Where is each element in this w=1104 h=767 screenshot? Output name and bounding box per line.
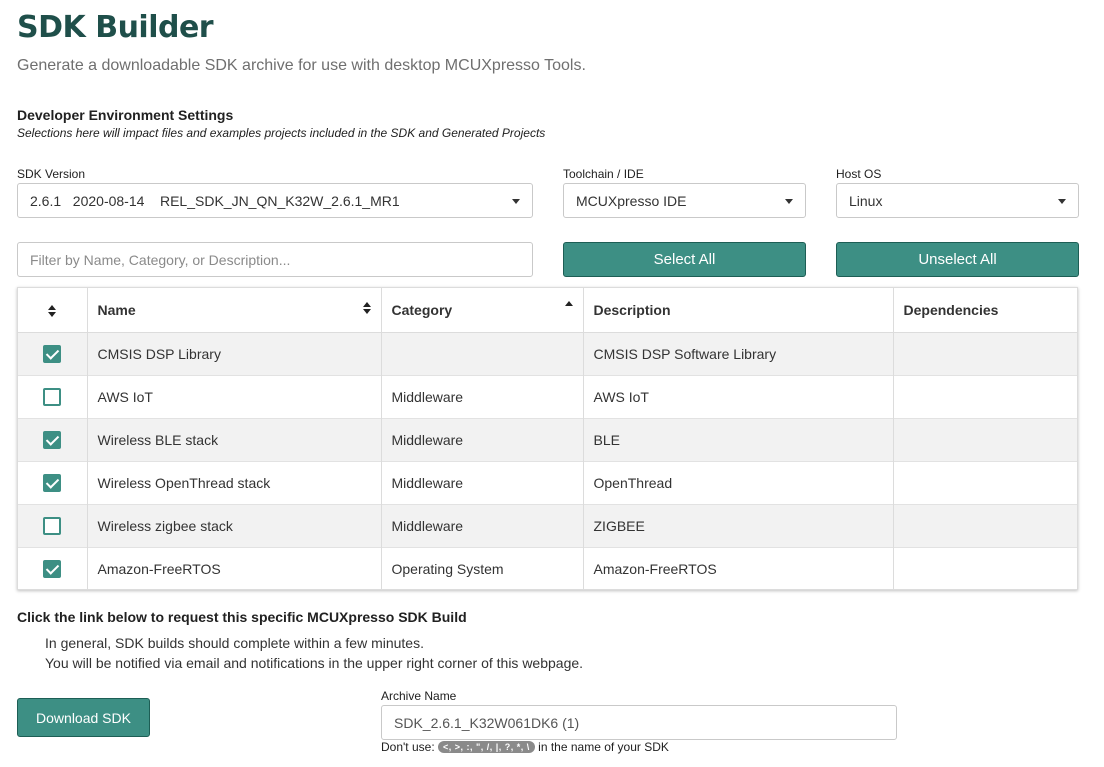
cell-category: Operating System [381, 547, 584, 590]
table-row[interactable]: Wireless zigbee stack Middleware ZIGBEE [18, 504, 1077, 547]
cell-name: Wireless BLE stack [87, 418, 382, 461]
select-all-button[interactable]: Select All [563, 242, 806, 277]
cell-description: CMSIS DSP Software Library [583, 332, 894, 375]
sdk-version-label: SDK Version [17, 167, 86, 181]
dev-env-title: Developer Environment Settings [17, 107, 234, 123]
cell-category [381, 332, 584, 375]
checkbox-cell [18, 418, 88, 461]
cell-description: BLE [583, 418, 894, 461]
hint-suffix: in the name of your SDK [538, 740, 669, 754]
request-title: Click the link below to request this spe… [17, 609, 467, 625]
row-checkbox[interactable] [43, 344, 62, 363]
request-info-line: You will be notified via email and notif… [45, 655, 584, 671]
cell-name: Wireless zigbee stack [87, 504, 382, 547]
description-column-header: Description [583, 288, 894, 333]
archive-name-hint: Don't use: <, >, :, ", /, |, ?, *, \ in … [381, 740, 669, 754]
cell-name: Amazon-FreeRTOS [87, 547, 382, 590]
cell-description: Amazon-FreeRTOS [583, 547, 894, 590]
dependencies-header-label: Dependencies [903, 301, 999, 318]
page-subtitle: Generate a downloadable SDK archive for … [17, 57, 586, 74]
sort-icon[interactable] [362, 302, 371, 314]
hint-prefix: Don't use: [381, 740, 435, 754]
archive-name-input[interactable] [381, 705, 897, 740]
chevron-down-icon [512, 199, 520, 204]
toolchain-select[interactable]: MCUXpresso IDE [563, 183, 806, 218]
cell-dependencies [893, 418, 1077, 461]
table-row[interactable]: Wireless OpenThread stack Middleware OpenT… [18, 461, 1077, 504]
cell-name: Wireless OpenThread stack [87, 461, 382, 504]
table-row[interactable]: Wireless BLE stack Middleware BLE [18, 418, 1077, 461]
unselect-all-button[interactable]: Unselect All [836, 242, 1079, 277]
page-title: SDK Builder [17, 10, 214, 45]
cell-category: Middleware [381, 418, 584, 461]
sort-icon[interactable] [48, 305, 57, 318]
request-info-line: In general, SDK builds should complete w… [45, 635, 424, 651]
row-checkbox[interactable] [43, 473, 62, 492]
category-column-header[interactable]: Category [381, 288, 584, 333]
archive-name-label: Archive Name [381, 689, 457, 703]
checkbox-cell [18, 504, 88, 547]
name-header-label: Name [97, 301, 136, 318]
row-checkbox[interactable] [43, 387, 62, 406]
table-row[interactable]: Amazon-FreeRTOS Operating System Amazon-Fr… [18, 547, 1077, 590]
name-column-header[interactable]: Name [87, 288, 382, 333]
cell-dependencies [893, 332, 1077, 375]
cell-dependencies [893, 547, 1077, 590]
select-column-header[interactable] [18, 288, 88, 333]
dev-env-note: Selections here will impact files and ex… [17, 126, 546, 140]
forbidden-chars-badge: <, >, :, ", /, |, ?, *, \ [438, 741, 535, 753]
checkbox-cell [18, 375, 88, 418]
table-row[interactable]: CMSIS DSP Library CMSIS DSP Software Libr… [18, 332, 1077, 375]
table-header-row: Name Category Description Dependencies [18, 288, 1077, 333]
row-checkbox[interactable] [43, 516, 62, 535]
cell-category: Middleware [381, 461, 584, 504]
toolchain-label: Toolchain / IDE [563, 167, 644, 181]
components-table: Name Category Description Dependencies C… [17, 287, 1078, 590]
host-os-label: Host OS [836, 167, 882, 181]
cell-category: Middleware [381, 375, 584, 418]
cell-description: OpenThread [583, 461, 894, 504]
chevron-down-icon [1058, 199, 1066, 204]
toolchain-value: MCUXpresso IDE [576, 192, 687, 209]
checkbox-cell [18, 547, 88, 590]
sdk-version-value: 2.6.1 2020-08-14 REL_SDK_JN_QN_K32W_2.6.… [30, 192, 400, 209]
table-row[interactable]: AWS IoT Middleware AWS IoT [18, 375, 1077, 418]
host-os-value: Linux [849, 192, 883, 209]
sdk-version-select[interactable]: 2.6.1 2020-08-14 REL_SDK_JN_QN_K32W_2.6.… [17, 183, 533, 218]
row-checkbox[interactable] [43, 559, 62, 578]
cell-dependencies [893, 461, 1077, 504]
row-checkbox[interactable] [43, 430, 62, 449]
filter-input[interactable] [17, 242, 533, 277]
cell-category: Middleware [381, 504, 584, 547]
checkbox-cell [18, 332, 88, 375]
cell-name: AWS IoT [87, 375, 382, 418]
sort-ascending-icon[interactable] [564, 301, 573, 306]
checkbox-cell [18, 461, 88, 504]
download-sdk-button[interactable]: Download SDK [17, 698, 150, 737]
cell-description: AWS IoT [583, 375, 894, 418]
cell-name: CMSIS DSP Library [87, 332, 382, 375]
host-os-select[interactable]: Linux [836, 183, 1079, 218]
dependencies-column-header: Dependencies [893, 288, 1077, 333]
cell-dependencies [893, 504, 1077, 547]
category-header-label: Category [391, 301, 453, 318]
description-header-label: Description [593, 301, 671, 318]
chevron-down-icon [785, 199, 793, 204]
cell-description: ZIGBEE [583, 504, 894, 547]
cell-dependencies [893, 375, 1077, 418]
